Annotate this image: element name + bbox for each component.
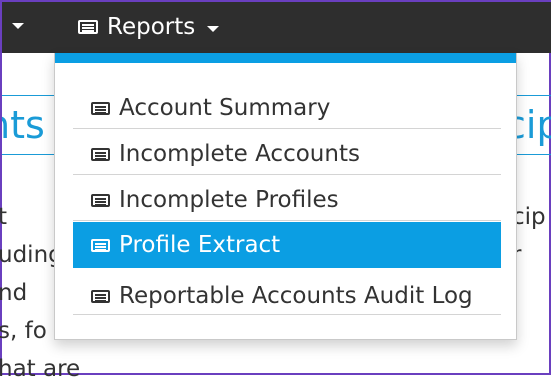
reports-dropdown-menu: Account Summary Incomplete Accounts Inco…: [54, 53, 517, 340]
list-icon: [78, 20, 98, 34]
dropdown-accent-bar: [55, 53, 516, 63]
chevron-down-icon: [207, 25, 220, 32]
menu-item-label: Incomplete Accounts: [119, 141, 360, 167]
text-line: r: [512, 236, 546, 274]
list-icon: [91, 101, 110, 115]
background-text-right: cip r: [512, 198, 546, 274]
text-line: cip: [512, 204, 546, 230]
menu-item-incomplete-profiles[interactable]: Incomplete Profiles: [73, 177, 501, 223]
menu-item-profile-extract[interactable]: Profile Extract: [73, 222, 501, 268]
menu-divider: [73, 174, 501, 175]
list-icon: [91, 238, 110, 252]
menu-item-label: Reportable Accounts Audit Log: [119, 283, 473, 309]
chevron-down-icon[interactable]: [12, 23, 24, 29]
list-icon: [91, 147, 110, 161]
menu-item-label: Profile Extract: [119, 232, 281, 258]
menu-divider: [73, 128, 501, 129]
menu-item-account-summary[interactable]: Account Summary: [73, 85, 501, 131]
top-navbar: Reports: [2, 2, 551, 53]
menu-divider: [73, 314, 501, 315]
menu-item-label: Account Summary: [119, 95, 331, 121]
menu-item-incomplete-accounts[interactable]: Incomplete Accounts: [73, 131, 501, 177]
reports-menu-toggle[interactable]: Reports: [78, 10, 220, 44]
list-icon: [91, 193, 110, 207]
menu-item-label: Incomplete Profiles: [119, 187, 339, 213]
reports-label: Reports: [107, 14, 196, 40]
menu-item-reportable-accounts-audit-log[interactable]: Reportable Accounts Audit Log: [73, 273, 501, 319]
text-line: hat are: [0, 356, 81, 382]
menu-divider: [73, 220, 501, 221]
list-icon: [91, 289, 110, 303]
